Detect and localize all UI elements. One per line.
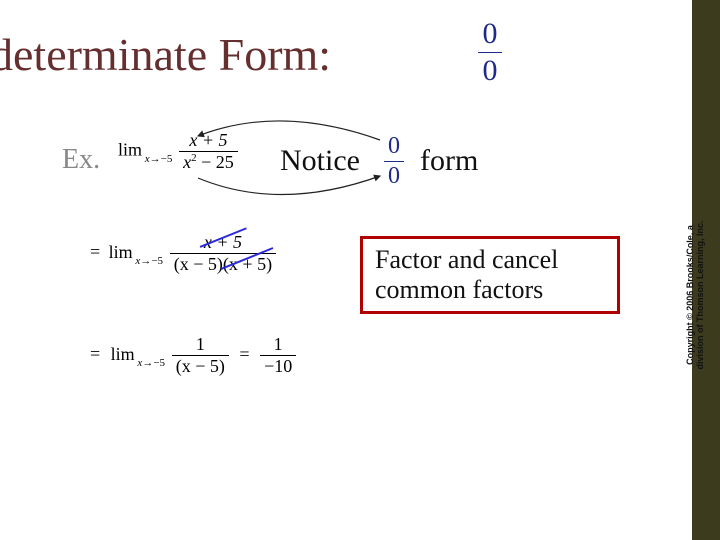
eq2-den-a: (x − 5) — [174, 254, 223, 274]
notice-label: Notice — [280, 144, 360, 178]
title-fraction-zero-over-zero: 0 0 — [478, 18, 502, 86]
eq3-num: 1 — [172, 334, 229, 355]
eq3-eq2: = — [239, 344, 249, 364]
example-label: Ex. — [62, 144, 100, 176]
notice-fraction-zero-over-zero: 0 0 — [384, 134, 404, 189]
fraction-bar — [478, 52, 502, 53]
eq3-den: (x − 5) — [172, 355, 229, 377]
notice-frac-num: 0 — [384, 134, 404, 159]
fraction-bar — [384, 161, 404, 162]
title-frac-den: 0 — [478, 55, 502, 87]
lim-text: lim — [118, 140, 142, 160]
callout-text: Factor and cancel common factors — [375, 245, 558, 304]
eq3-lim: lim — [111, 344, 135, 364]
limit-expression-1: lim x→−5 x + 5 x2 − 25 — [118, 130, 238, 173]
lim1-den-right: − 25 — [197, 152, 234, 172]
page-title: determinate Form: — [0, 28, 331, 81]
eq3-eq1: = — [90, 344, 100, 364]
eq2-eq: = — [90, 242, 100, 262]
limit-expression-3: = lim x→−5 1 (x − 5) = 1 −10 — [90, 334, 296, 377]
eq3-sub-val: −5 — [153, 357, 165, 369]
eq2-sub-val: −5 — [151, 255, 163, 267]
eq3-num2: 1 — [260, 334, 296, 355]
lim1-sub-arrow: → — [150, 153, 161, 165]
copyright-text: Copyright © 2006 Brooks/Cole, a division… — [686, 220, 706, 370]
title-frac-num: 0 — [478, 18, 502, 50]
eq2-lim: lim — [109, 242, 133, 262]
eq3-sub-arrow: → — [142, 357, 153, 369]
lim1-num: x + 5 — [189, 130, 227, 150]
lim1-den-left: x — [183, 152, 191, 172]
limit-expression-2: = lim x→−5 x + 5 (x − 5) (x + 5) — [90, 232, 276, 275]
form-label: form — [420, 144, 478, 178]
eq2-sub-arrow: → — [140, 255, 151, 267]
lim1-sub-val: −5 — [161, 153, 173, 165]
callout-box: Factor and cancel common factors — [360, 236, 620, 314]
notice-frac-den: 0 — [384, 164, 404, 189]
eq3-den2: −10 — [260, 355, 296, 377]
